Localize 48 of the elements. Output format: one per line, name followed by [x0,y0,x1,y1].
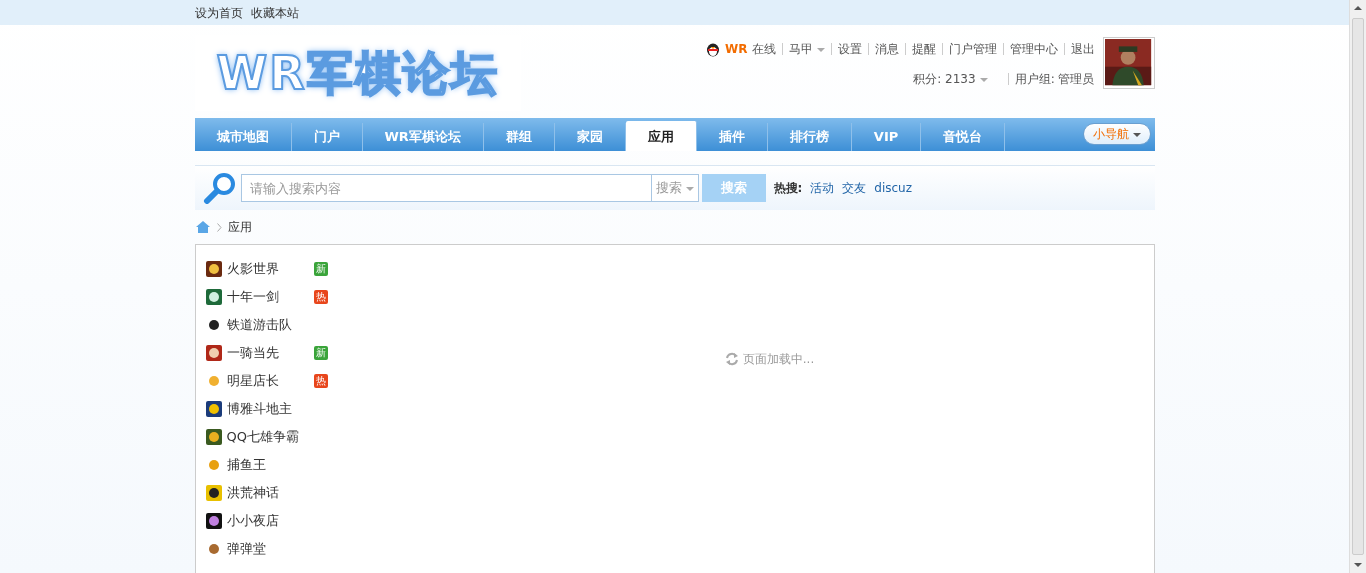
penguin-icon [705,41,721,57]
hot-search-link[interactable]: discuz [874,181,913,195]
app-link[interactable]: QQ七雄争霸 [226,427,309,447]
user-menu-link[interactable]: 退出 [1070,40,1095,58]
app-link[interactable]: 博雅斗地主 [226,399,309,419]
search-field[interactable]: 请输入搜索内容 [240,174,651,202]
app-link[interactable]: 明星店长 [226,371,309,391]
app-link[interactable]: 十年一剑 [226,287,309,307]
hot-search-link[interactable]: 交友 [842,181,867,195]
top-link[interactable]: 设为首页 [194,3,243,22]
refresh-icon [724,352,739,366]
breadcrumb-item: 应用 [227,219,252,236]
search-icon [202,172,237,204]
app-link[interactable]: 火影世界 [226,259,309,279]
top-link[interactable]: 收藏本站 [250,3,299,22]
user-menu-link[interactable]: 消息 [874,40,899,58]
app-link[interactable]: 弹弹堂 [226,539,309,559]
app-icon[interactable] [205,513,222,529]
home-icon[interactable] [194,220,211,234]
user-menu-link[interactable]: 提醒 [911,40,936,58]
chevron-icon [216,222,222,232]
app-link[interactable]: 一骑当先 [226,343,309,363]
app-icon[interactable] [205,345,222,361]
nav-tab[interactable]: 应用 [625,121,697,151]
app-icon[interactable] [205,289,222,305]
user-menu-link[interactable]: 管理中心 [1009,40,1058,58]
app-link[interactable]: 洪荒神话 [226,483,309,503]
app-tag: 热 [313,374,328,388]
user-group: 用户组: 管理员 [1014,70,1095,88]
app-tag: 热 [313,290,328,304]
user-menu-link[interactable]: 门户管理 [948,40,997,58]
app-icon[interactable] [205,485,222,501]
app-link[interactable]: 铁道游击队 [226,315,309,335]
loading-text: 页面加载中... [742,351,815,368]
app-icon[interactable] [205,401,222,417]
hot-search-label: 热搜: [773,180,803,197]
online-status: 在线 [751,41,776,58]
app-link[interactable]: 捕鱼王 [226,455,309,475]
user-menu-link[interactable]: 马甲 [788,40,825,58]
app-link[interactable]: 小小夜店 [226,511,309,531]
app-tag: 新 [313,346,328,360]
user-menu-link[interactable]: 设置 [837,40,862,58]
app-icon[interactable] [205,261,222,277]
app-icon[interactable] [205,429,222,445]
credits-link[interactable]: 积分: 2133 [913,70,988,88]
app-tag: 新 [313,262,328,276]
scroll-thumb[interactable] [1352,18,1364,555]
hot-search-link[interactable]: 活动 [810,181,835,195]
